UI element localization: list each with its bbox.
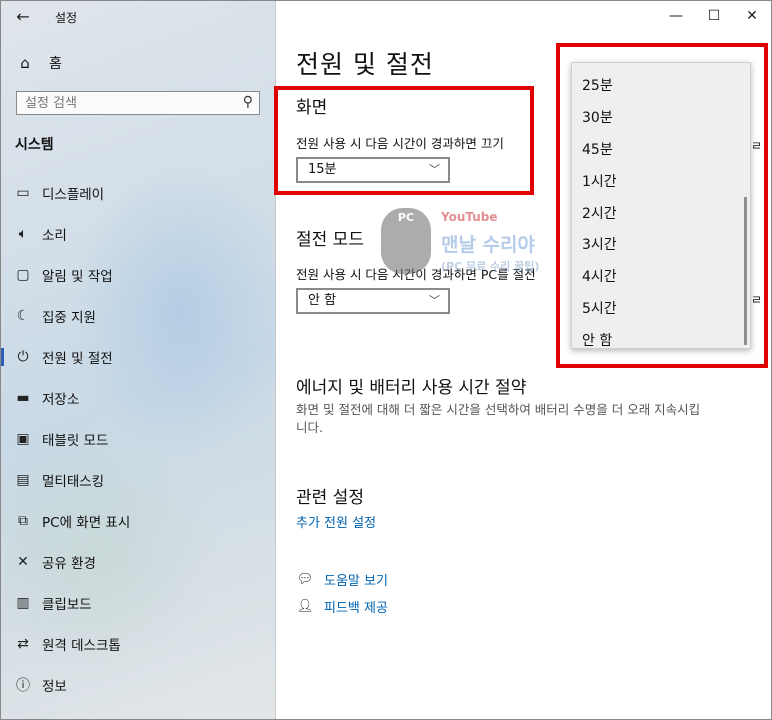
help-link[interactable]: 도움말 보기 bbox=[324, 570, 388, 589]
speaker-icon: 🔈︎ bbox=[18, 225, 28, 242]
back-button[interactable]: ← bbox=[9, 5, 37, 29]
sidebar-item-label: 정보 bbox=[42, 678, 67, 695]
multitasking-icon: ▤ bbox=[16, 471, 30, 488]
sidebar-item-about[interactable]: ⓘ 정보 bbox=[1, 664, 275, 705]
monitor-icon: ▭ bbox=[16, 184, 30, 201]
moon-icon: ☾ bbox=[16, 307, 30, 324]
sleep-timeout-select[interactable]: 안 함 ﹀ bbox=[296, 288, 450, 314]
search-input[interactable] bbox=[17, 92, 230, 115]
titlebar: ← 설정 bbox=[1, 1, 275, 33]
section-title: 시스템 bbox=[15, 137, 54, 153]
sidebar-item-display[interactable]: ▭ 디스플레이 bbox=[1, 172, 275, 213]
sidebar-item-projecting[interactable]: ⧉ PC에 화면 표시 bbox=[1, 500, 275, 541]
feedback-person-icon: 👤︎ bbox=[296, 599, 314, 614]
sidebar-item-sound[interactable]: 🔈︎ 소리 bbox=[1, 213, 275, 254]
power-icon: ⏻ bbox=[17, 348, 29, 365]
sidebar-item-label: PC에 화면 표시 bbox=[42, 514, 131, 531]
chevron-down-icon: ﹀ bbox=[429, 294, 440, 307]
app-title: 설정 bbox=[55, 11, 78, 25]
sleep-heading: 절전 모드 bbox=[296, 230, 364, 250]
energy-heading: 에너지 및 배터리 사용 시간 절약 bbox=[296, 378, 527, 398]
help-link-row[interactable]: 💬︎ 도움말 보기 bbox=[296, 570, 388, 589]
minimize-icon: — bbox=[669, 8, 683, 24]
minimize-button[interactable]: — bbox=[657, 1, 695, 31]
sidebar-item-label: 집중 지원 bbox=[42, 309, 96, 326]
sidebar-item-tablet-mode[interactable]: ▣ 태블릿 모드 bbox=[1, 418, 275, 459]
remote-desktop-icon: ⇄ bbox=[17, 635, 29, 652]
energy-desc: 화면 및 절전에 대해 더 짧은 시간을 선택하여 배터리 수명을 더 오래 지… bbox=[296, 401, 756, 437]
youtube-icon: YouTube bbox=[441, 210, 498, 224]
maximize-icon: ☐ bbox=[707, 8, 721, 24]
search-icon[interactable]: ⚲ bbox=[243, 94, 253, 110]
help-chat-icon: 💬︎ bbox=[296, 572, 314, 587]
project-icon: ⧉ bbox=[18, 512, 28, 529]
sidebar-item-label: 저장소 bbox=[42, 391, 80, 408]
highlight-box-screen bbox=[274, 86, 534, 195]
settings-window: ← 설정 ⌂ 홈 ⚲ 시스템 ▭ 디스플레이 🔈︎ 소리 ▢ 알림 및 작업 bbox=[0, 0, 772, 720]
sidebar-nav: ▭ 디스플레이 🔈︎ 소리 ▢ 알림 및 작업 ☾ 집중 지원 ⏻ 전원 및 절… bbox=[1, 172, 275, 705]
watermark-text: 맨날 수리야 bbox=[441, 234, 536, 256]
sidebar-item-label: 공유 환경 bbox=[42, 555, 96, 572]
clipboard-icon: ▥ bbox=[16, 594, 30, 611]
search-box[interactable]: ⚲ bbox=[16, 91, 260, 115]
notification-icon: ▢ bbox=[16, 266, 30, 283]
feedback-link[interactable]: 피드백 제공 bbox=[324, 597, 388, 616]
sidebar-item-label: 홈 bbox=[49, 56, 62, 72]
watermark-logo: PC YouTube 맨날 수리야 (PC 무료 수리 꿀팁) bbox=[381, 208, 551, 283]
sidebar-item-label: 디스플레이 bbox=[42, 186, 105, 203]
energy-desc-line: 화면 및 절전에 대해 더 짧은 시간을 선택하여 배터리 수명을 더 오래 지… bbox=[296, 402, 701, 417]
sidebar-item-shared-experiences[interactable]: ✕ 공유 환경 bbox=[1, 541, 275, 582]
sidebar-item-home[interactable]: ⌂ 홈 bbox=[15, 53, 62, 73]
watermark-subtext: (PC 무료 수리 꿀팁) bbox=[441, 260, 540, 273]
page-title: 전원 및 절전 bbox=[296, 50, 434, 79]
related-settings-heading: 관련 설정 bbox=[296, 488, 364, 508]
home-icon: ⌂ bbox=[20, 54, 30, 72]
highlight-box-dropdown bbox=[556, 43, 768, 368]
sidebar-item-label: 소리 bbox=[42, 227, 67, 244]
sidebar-item-clipboard[interactable]: ▥ 클립보드 bbox=[1, 582, 275, 623]
maximize-button[interactable]: ☐ bbox=[695, 1, 733, 31]
sidebar-item-power-sleep[interactable]: ⏻ 전원 및 절전 bbox=[1, 336, 275, 377]
sidebar-item-notifications[interactable]: ▢ 알림 및 작업 bbox=[1, 254, 275, 295]
sidebar-item-label: 태블릿 모드 bbox=[42, 432, 109, 449]
sidebar-item-label: 알림 및 작업 bbox=[42, 268, 113, 285]
feedback-link-row[interactable]: 👤︎ 피드백 제공 bbox=[296, 597, 388, 616]
share-icon: ✕ bbox=[17, 553, 29, 570]
watermark-badge: PC bbox=[381, 208, 431, 274]
tablet-icon: ▣ bbox=[16, 430, 30, 447]
sidebar-item-storage[interactable]: ▬ 저장소 bbox=[1, 377, 275, 418]
close-button[interactable]: ✕ bbox=[733, 1, 771, 31]
sidebar-item-label: 멀티태스킹 bbox=[42, 473, 105, 490]
sidebar-item-label: 원격 데스크톱 bbox=[42, 637, 121, 654]
sidebar-item-multitasking[interactable]: ▤ 멀티태스킹 bbox=[1, 459, 275, 500]
sidebar-item-remote-desktop[interactable]: ⇄ 원격 데스크톱 bbox=[1, 623, 275, 664]
sidebar-item-label: 전원 및 절전 bbox=[42, 350, 113, 367]
sidebar-item-label: 클립보드 bbox=[42, 596, 92, 613]
sleep-timeout-value: 안 함 bbox=[308, 293, 337, 308]
sidebar-item-focus-assist[interactable]: ☾ 집중 지원 bbox=[1, 295, 275, 336]
window-controls: — ☐ ✕ bbox=[657, 1, 771, 31]
info-icon: ⓘ bbox=[16, 677, 30, 694]
close-icon: ✕ bbox=[746, 8, 758, 24]
additional-power-settings-link[interactable]: 추가 전원 설정 bbox=[296, 512, 376, 531]
arrow-left-icon: ← bbox=[16, 7, 30, 26]
sidebar: ← 설정 ⌂ 홈 ⚲ 시스템 ▭ 디스플레이 🔈︎ 소리 ▢ 알림 및 작업 bbox=[1, 1, 275, 719]
storage-icon: ▬ bbox=[16, 389, 30, 406]
energy-desc-line: 니다. bbox=[296, 420, 323, 435]
